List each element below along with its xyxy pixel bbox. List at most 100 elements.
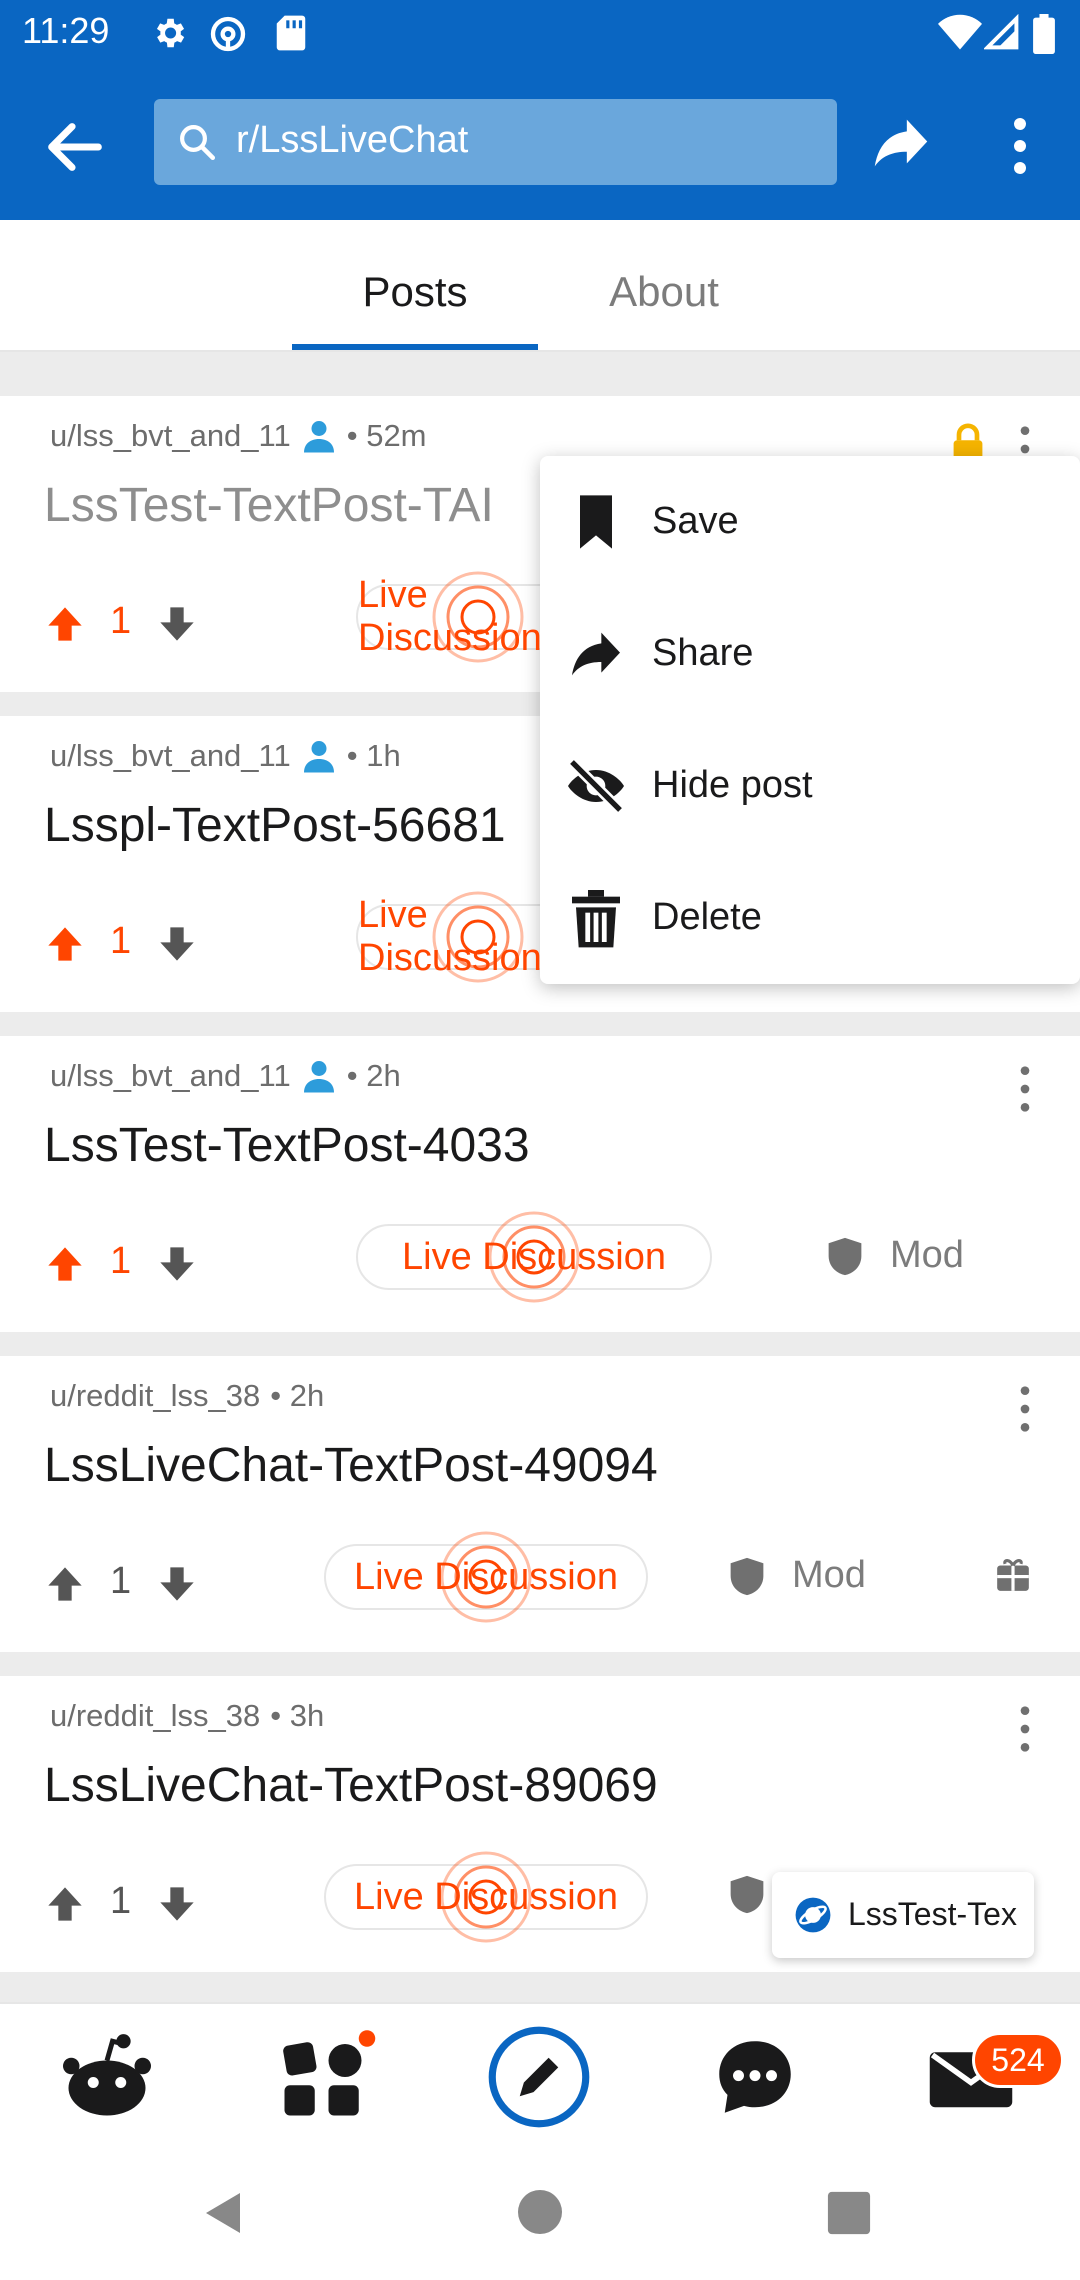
search-icon [180, 125, 216, 161]
menu-item-hide-post[interactable]: Hide post [540, 720, 1080, 852]
data-saver-icon [210, 16, 246, 52]
mod-button[interactable]: Mod [728, 1554, 866, 1597]
post-title[interactable]: LssTest-TextPost-4033 [44, 1118, 530, 1173]
menu-item-label: Save [652, 500, 739, 542]
downvote-icon[interactable] [156, 924, 198, 964]
post-actions: 1 Live Discussion Mod [0, 1531, 1080, 1624]
bottom-navigation [0, 2002, 1080, 2142]
menu-item-save[interactable]: Save [540, 456, 1080, 588]
post-meta: u/lss_bvt_and_11 • 52m [50, 418, 427, 454]
upvote-icon[interactable] [44, 1244, 86, 1284]
wifi-icon [938, 14, 982, 50]
tab-posts[interactable]: Posts [292, 268, 538, 316]
upvote-icon[interactable] [44, 1884, 86, 1924]
vote-count: 1 [110, 1560, 132, 1602]
live-discussion-button[interactable]: Live Discussion [356, 1211, 712, 1303]
bookmark-icon [580, 495, 612, 549]
live-discussion-button[interactable]: Live Discussion [324, 1851, 648, 1943]
user-icon [303, 1061, 334, 1093]
tab-about[interactable]: About [540, 268, 788, 316]
post-title[interactable]: Lsspl-TextPost-56681 [44, 798, 506, 853]
post-overflow-icon[interactable] [1012, 1704, 1038, 1754]
inbox-count-badge: 524 [972, 2032, 1064, 2088]
post-age: • 52m [346, 418, 427, 453]
floating-post-chip[interactable]: LssTest-Tex [772, 1872, 1034, 1958]
settings-icon [156, 18, 185, 48]
post-card[interactable]: u/lss_bvt_and_11 • 2h LssTest-TextPost-4… [0, 1036, 1080, 1332]
vote-count: 1 [110, 1240, 132, 1282]
post-age: • 1h [346, 738, 401, 773]
post-title[interactable]: LssLiveChat-TextPost-89069 [44, 1758, 658, 1813]
cell-signal-icon [984, 14, 1019, 50]
status-bar: 11:29 [0, 0, 1080, 66]
post-age: • 2h [270, 1378, 325, 1413]
chip-label: LssTest-Tex [848, 1896, 1017, 1932]
post-options-menu: Save Share Hide post Delete [540, 456, 1080, 984]
share-icon[interactable] [866, 108, 936, 178]
status-time: 11:29 [22, 10, 110, 51]
system-navigation-bar [0, 2142, 1080, 2280]
post-overflow-icon[interactable] [1012, 1384, 1038, 1434]
menu-item-label: Delete [652, 896, 762, 938]
post-author[interactable]: u/reddit_lss_38 [50, 1698, 260, 1734]
post-author[interactable]: u/lss_bvt_and_11 [50, 418, 291, 454]
back-arrow-icon[interactable] [40, 112, 110, 182]
post-author[interactable]: u/reddit_lss_38 [50, 1378, 260, 1414]
menu-item-share[interactable]: Share [540, 588, 1080, 720]
downvote-icon[interactable] [156, 604, 198, 644]
menu-item-label: Share [652, 632, 754, 674]
tab-indicator [292, 344, 538, 350]
battery-icon [1033, 14, 1055, 54]
app-bar: r/LssLiveChat [0, 66, 1080, 220]
communities-icon[interactable] [268, 2022, 378, 2132]
post-age: • 3h [270, 1698, 325, 1733]
vote-count: 1 [110, 920, 132, 962]
post-title[interactable]: LssLiveChat-TextPost-49094 [44, 1438, 658, 1493]
live-discussion-label: Live Discussion [354, 1875, 618, 1918]
upvote-icon[interactable] [44, 604, 86, 644]
mod-button[interactable]: Mod [826, 1234, 964, 1277]
post-overflow-icon[interactable] [1012, 1064, 1038, 1114]
shield-icon [730, 1875, 764, 1914]
subreddit-planet-icon [795, 1897, 831, 1933]
create-post-icon[interactable] [484, 2022, 594, 2132]
search-bar[interactable]: r/LssLiveChat [154, 99, 837, 185]
post-meta: u/lss_bvt_and_11 • 2h [50, 1058, 401, 1094]
post-meta: u/reddit_lss_38 • 3h [50, 1698, 324, 1734]
post-author[interactable]: u/lss_bvt_and_11 [50, 1058, 291, 1094]
downvote-icon[interactable] [156, 1244, 198, 1284]
menu-item-delete[interactable]: Delete [540, 852, 1080, 984]
chat-icon[interactable] [700, 2022, 810, 2132]
shield-icon [828, 1237, 862, 1275]
post-actions: 1 Live Discussion Mod [0, 1211, 1080, 1304]
downvote-icon[interactable] [156, 1884, 198, 1924]
system-recents-icon[interactable] [826, 2190, 872, 2236]
live-discussion-button[interactable]: Live Discussion [324, 1531, 648, 1623]
post-title[interactable]: LssTest-TextPost-TAI [44, 478, 494, 533]
live-discussion-button[interactable]: Live Discussion [356, 891, 600, 983]
post-card[interactable]: u/reddit_lss_38 • 2h LssLiveChat-TextPos… [0, 1356, 1080, 1652]
system-home-icon[interactable] [516, 2188, 564, 2236]
mod-button[interactable] [728, 1874, 766, 1914]
post-author[interactable]: u/lss_bvt_and_11 [50, 738, 291, 774]
search-query: r/LssLiveChat [236, 119, 469, 161]
live-discussion-button[interactable]: Live Discussion [356, 571, 600, 663]
user-icon [303, 421, 334, 453]
home-snoo-icon[interactable] [52, 2022, 162, 2132]
downvote-icon[interactable] [156, 1564, 198, 1604]
system-back-icon[interactable] [200, 2188, 248, 2238]
overflow-menu-icon[interactable] [1000, 116, 1040, 176]
menu-item-label: Hide post [652, 764, 813, 806]
mod-label: Mod [890, 1234, 964, 1276]
post-meta: u/reddit_lss_38 • 2h [50, 1378, 324, 1414]
upvote-icon[interactable] [44, 924, 86, 964]
user-icon [303, 741, 334, 773]
live-discussion-label: Live Discussion [358, 574, 542, 659]
tab-bar: Posts About [0, 220, 1080, 352]
upvote-icon[interactable] [44, 1564, 86, 1604]
vote-count: 1 [110, 1880, 132, 1922]
shield-icon [730, 1557, 764, 1595]
sd-card-icon [276, 15, 306, 51]
gift-icon[interactable] [994, 1556, 1032, 1594]
post-age: • 2h [346, 1058, 401, 1093]
